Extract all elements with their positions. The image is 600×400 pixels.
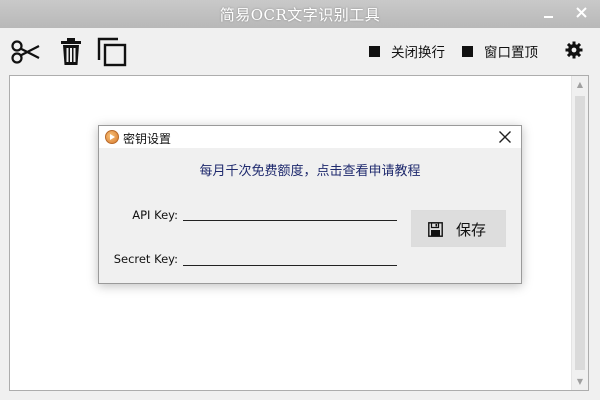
floppy-disk-icon (428, 222, 443, 237)
app-logo-icon (105, 130, 119, 144)
vertical-scrollbar[interactable]: ▲ ▼ (571, 76, 588, 390)
dialog-title-bar: 密钥设置 (99, 126, 521, 148)
save-button-label: 保存 (456, 221, 487, 239)
copy-button[interactable] (96, 36, 128, 68)
app-title: 简易OCR文字识别工具 (219, 6, 381, 24)
minimize-button[interactable] (540, 4, 558, 22)
secret-key-label: Secret Key: (113, 252, 178, 266)
key-settings-dialog: 密钥设置 每月千次免费额度，点击查看申请教程 API Key: Secret K… (98, 125, 522, 284)
title-bar: 简易OCR文字识别工具 (0, 0, 600, 28)
scroll-up-button[interactable]: ▲ (572, 76, 588, 93)
secret-key-field[interactable] (183, 248, 397, 266)
app-window: 简易OCR文字识别工具 关闭换行 窗口置顶 ▲ ▼ 密钥设置 每月千次免费额度，… (0, 0, 600, 400)
close-icon (576, 7, 587, 18)
dialog-title: 密钥设置 (123, 132, 172, 146)
copy-icon (97, 37, 127, 67)
minimize-icon (544, 16, 553, 18)
close-icon (499, 131, 511, 143)
api-key-field[interactable] (183, 203, 397, 221)
checkbox-icon (462, 45, 473, 57)
clear-button[interactable] (55, 36, 87, 68)
toolbar: 关闭换行 窗口置顶 (0, 28, 600, 74)
scroll-thumb[interactable] (575, 96, 585, 370)
settings-button[interactable] (564, 40, 584, 60)
close-button[interactable] (573, 4, 591, 22)
scroll-down-button[interactable]: ▼ (572, 373, 588, 390)
save-button[interactable]: 保存 (411, 210, 506, 247)
always-on-top-toggle[interactable]: 窗口置顶 (462, 41, 538, 61)
checkbox-icon (369, 45, 380, 57)
apply-tutorial-link[interactable]: 每月千次免费额度，点击查看申请教程 (99, 160, 521, 179)
screenshot-button[interactable] (9, 36, 41, 68)
scissors-icon (11, 40, 40, 64)
always-on-top-label: 窗口置顶 (484, 45, 538, 61)
api-key-label: API Key: (132, 208, 178, 222)
dialog-close-button[interactable] (497, 129, 513, 145)
trash-icon (61, 38, 81, 65)
gear-icon (565, 41, 583, 59)
disable-wrap-toggle[interactable]: 关闭换行 (369, 41, 445, 61)
disable-wrap-label: 关闭换行 (391, 45, 445, 61)
